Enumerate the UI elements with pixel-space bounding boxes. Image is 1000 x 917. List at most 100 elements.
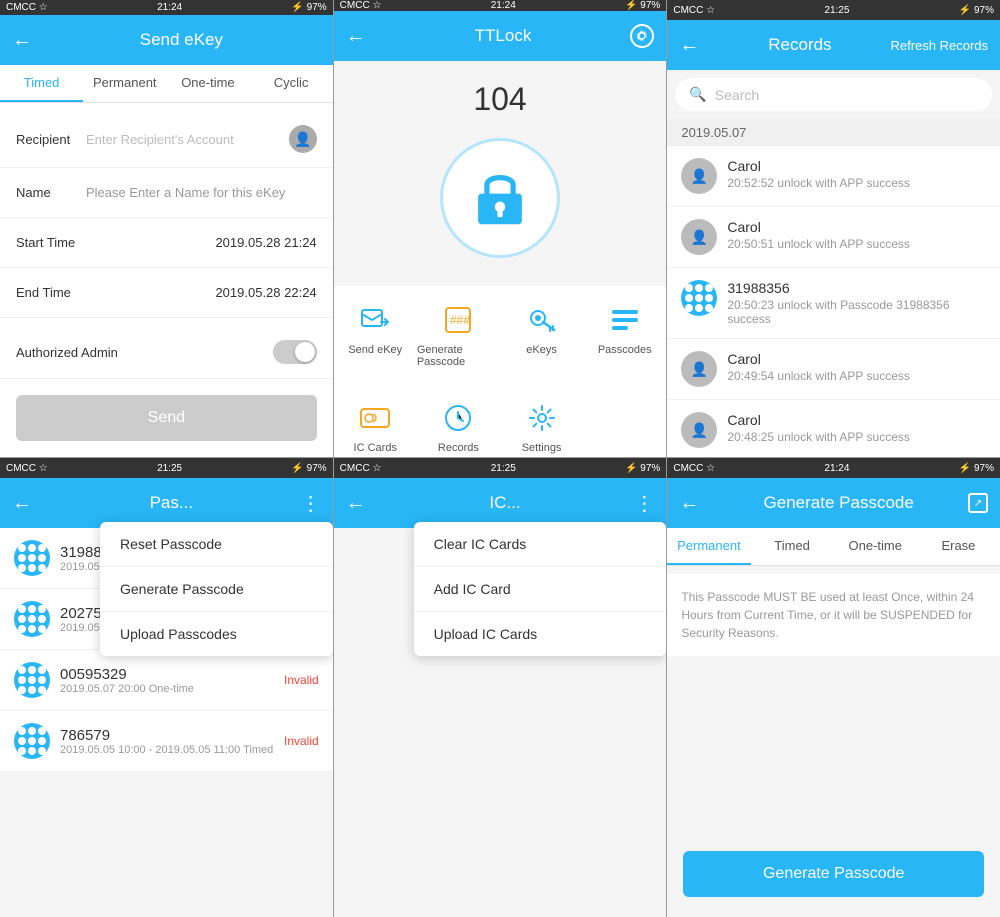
gen-tab-permanent[interactable]: Permanent xyxy=(667,528,750,565)
passcode-dots xyxy=(685,284,713,312)
invalid-badge-3: Invalid xyxy=(284,734,319,748)
search-icon: 🔍 xyxy=(689,86,706,103)
search-bar[interactable]: 🔍 Search xyxy=(675,78,992,111)
authorized-toggle[interactable] xyxy=(273,340,317,364)
record-time-4: 20:48:25 unlock with APP success xyxy=(727,430,910,444)
status-carrier-2: CMCC ☆ xyxy=(340,0,382,11)
menu-settings[interactable]: Settings xyxy=(500,384,583,457)
date-header: 2019.05.07 xyxy=(667,119,1000,146)
screen3-title: Records xyxy=(709,35,890,55)
gen-tab-one-time[interactable]: One-time xyxy=(834,528,917,565)
menu-ekeys[interactable]: eKeys xyxy=(500,286,583,384)
menu-ekeys-label: eKeys xyxy=(526,344,557,356)
gen-tab-erase[interactable]: Erase xyxy=(917,528,1000,565)
external-link-icon[interactable]: ↗ xyxy=(968,493,988,513)
back-button-5[interactable]: ← xyxy=(346,492,366,515)
tab-permanent[interactable]: Permanent xyxy=(83,65,166,102)
menu-settings-label: Settings xyxy=(522,442,562,454)
menu-send-ekey[interactable]: Send eKey xyxy=(334,286,417,384)
topbar-send-ekey: ← Send eKey xyxy=(0,15,333,65)
passcode-detail-3: 2019.05.05 10:00 - 2019.05.05 11:00 Time… xyxy=(60,744,273,756)
authorized-label: Authorized Admin xyxy=(16,345,273,360)
record-avatar-1: 👤 xyxy=(681,219,717,255)
status-time-5: 21:25 xyxy=(491,463,516,474)
menu-ic-cards[interactable]: IC Cards xyxy=(334,384,417,457)
status-bar-6: CMCC ☆ 21:24 ⚡ 97% xyxy=(667,458,1000,478)
screen2-title: TTLock xyxy=(376,26,631,46)
end-value: 2019.05.28 22:24 xyxy=(86,285,317,300)
screen-ttlock: CMCC ☆ 21:24 ⚡ 97% ← TTLock 104 xyxy=(334,0,668,457)
camera-icon[interactable] xyxy=(630,24,654,48)
menu-passcodes[interactable]: Passcodes xyxy=(583,286,666,384)
record-item-2: 31988356 20:50:23 unlock with Passcode 3… xyxy=(667,268,1000,339)
passcode-code-3: 786579 xyxy=(60,727,273,744)
screen-records: CMCC ☆ 21:25 ⚡ 97% ← Records Refresh Rec… xyxy=(667,0,1000,457)
start-time-row: Start Time 2019.05.28 21:24 xyxy=(0,218,333,268)
name-label: Name xyxy=(16,185,86,200)
status-battery-5: ⚡ 97% xyxy=(625,463,660,474)
gen-tab-timed[interactable]: Timed xyxy=(751,528,834,565)
authorized-toggle-row: Authorized Admin xyxy=(0,326,333,379)
recipient-row: Recipient 👤 xyxy=(0,111,333,168)
end-time-row: End Time 2019.05.28 22:24 xyxy=(0,268,333,318)
record-info-3: Carol 20:49:54 unlock with APP success xyxy=(727,351,910,383)
record-name-2: 31988356 xyxy=(727,280,986,296)
dropdown-clear-ic-cards[interactable]: Clear IC Cards xyxy=(414,522,667,567)
lock-circle xyxy=(440,138,560,258)
dropdown-generate-passcode[interactable]: Generate Passcode xyxy=(100,567,333,612)
record-item-1: 👤 Carol 20:50:51 unlock with APP success xyxy=(667,207,1000,268)
status-battery-1: ⚡ 97% xyxy=(291,2,326,13)
refresh-records-button[interactable]: Refresh Records xyxy=(890,38,988,53)
status-bar-1: CMCC ☆ 21:24 ⚡ 97% xyxy=(0,0,333,15)
dropdown-add-ic-card[interactable]: Add IC Card xyxy=(414,567,667,612)
tab-timed[interactable]: Timed xyxy=(0,65,83,102)
generate-passcode-button[interactable]: Generate Passcode xyxy=(683,851,984,897)
menu-generate-passcode-label: Generate Passcode xyxy=(417,344,500,368)
back-button-2[interactable]: ← xyxy=(346,25,366,48)
tab-cyclic[interactable]: Cyclic xyxy=(250,65,333,102)
status-time-2: 21:24 xyxy=(491,0,516,11)
topbar-records: ← Records Refresh Records xyxy=(667,20,1000,70)
more-button-5[interactable]: ⋮ xyxy=(634,491,654,516)
passcode-icon-3 xyxy=(14,723,50,759)
back-button-4[interactable]: ← xyxy=(12,492,32,515)
lock-icon-container xyxy=(334,128,667,278)
start-label: Start Time xyxy=(16,235,86,250)
topbar-ttlock: ← TTLock xyxy=(334,11,667,61)
back-button-3[interactable]: ← xyxy=(679,34,699,57)
dropdown-reset-passcode[interactable]: Reset Passcode xyxy=(100,522,333,567)
status-bar-3: CMCC ☆ 21:25 ⚡ 97% xyxy=(667,0,1000,20)
status-bar-4: CMCC ☆ 21:25 ⚡ 97% xyxy=(0,458,333,478)
gen-tab-bar: Permanent Timed One-time Erase xyxy=(667,528,1000,566)
dropdown-upload-passcodes[interactable]: Upload Passcodes xyxy=(100,612,333,656)
search-placeholder: Search xyxy=(715,87,759,103)
record-time-1: 20:50:51 unlock with APP success xyxy=(727,237,910,251)
record-avatar-2 xyxy=(681,280,717,316)
status-time-4: 21:25 xyxy=(157,463,182,474)
record-name-1: Carol xyxy=(727,219,910,235)
svg-text:###: ### xyxy=(450,313,470,327)
status-carrier-1: CMCC ☆ xyxy=(6,2,48,13)
menu-send-ekey-label: Send eKey xyxy=(348,344,402,356)
screen5-title: IC... xyxy=(376,493,635,513)
contact-icon[interactable]: 👤 xyxy=(289,125,317,153)
screen1-title: Send eKey xyxy=(42,30,321,50)
dropdown-upload-ic-cards[interactable]: Upload IC Cards xyxy=(414,612,667,656)
menu-generate-passcode[interactable]: ### Generate Passcode xyxy=(417,286,500,384)
send-button[interactable]: Send xyxy=(16,395,317,441)
back-button-6[interactable]: ← xyxy=(679,492,699,515)
gen-info-text: This Passcode MUST BE used at least Once… xyxy=(667,574,1000,656)
passcode-icon-1 xyxy=(14,601,50,637)
recipient-input[interactable] xyxy=(86,132,289,147)
menu-records[interactable]: Records xyxy=(417,384,500,457)
back-button-1[interactable]: ← xyxy=(12,29,32,52)
name-row: Name Please Enter a Name for this eKey xyxy=(0,168,333,218)
tab-one-time[interactable]: One-time xyxy=(166,65,249,102)
status-carrier-3: CMCC ☆ xyxy=(673,5,715,16)
gen-passcode-body: Permanent Timed One-time Erase This Pass… xyxy=(667,528,1000,917)
record-time-3: 20:49:54 unlock with APP success xyxy=(727,369,910,383)
record-time-0: 20:52:52 unlock with APP success xyxy=(727,176,910,190)
status-bar-2: CMCC ☆ 21:24 ⚡ 97% xyxy=(334,0,667,11)
ttlock-body: 104 xyxy=(334,61,667,457)
more-button-4[interactable]: ⋮ xyxy=(301,491,321,516)
